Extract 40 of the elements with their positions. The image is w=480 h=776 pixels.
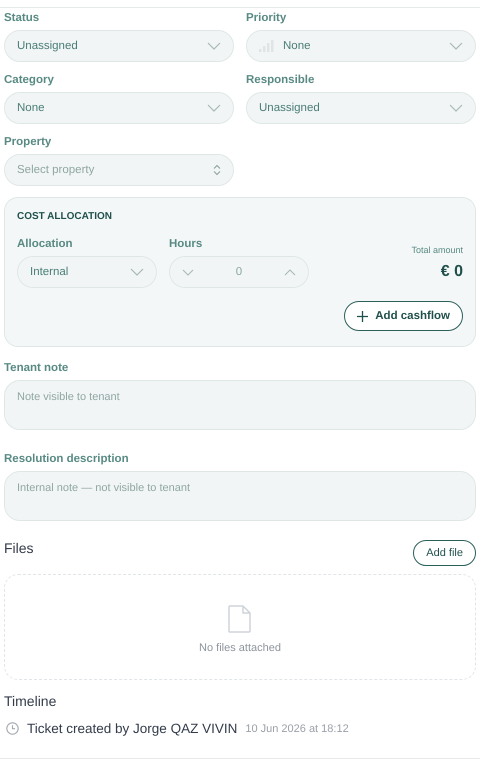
- section-title: Timeline: [4, 693, 56, 709]
- field-label: Category: [4, 73, 54, 87]
- field-label: Tenant note: [4, 361, 68, 375]
- timeline-text: Ticket created by Jorge QAZ VIVIN: [27, 721, 238, 736]
- select-field[interactable]: Unassigned: [4, 30, 234, 62]
- card-title: COST ALLOCATION: [17, 211, 112, 222]
- text-area[interactable]: Internal note — not visible to tenant: [4, 471, 476, 521]
- chevron-down-icon: [449, 104, 463, 112]
- chevron-down-icon: [207, 104, 221, 112]
- field-label: Allocation: [17, 237, 73, 251]
- timeline-time: 10 Jun 2026 at 18:12: [245, 722, 349, 734]
- select-field[interactable]: Unassigned: [246, 92, 476, 124]
- total-amount: € 0: [440, 263, 463, 281]
- empty-message: No files attached: [199, 642, 281, 654]
- select-field[interactable]: None: [246, 30, 476, 62]
- document-icon: [228, 604, 252, 632]
- number-field[interactable]: 0: [169, 256, 309, 288]
- drop-zone[interactable]: No files attached: [4, 574, 476, 680]
- field-label: Status: [4, 11, 40, 25]
- select-field[interactable]: None: [4, 92, 234, 124]
- field-label: Responsible: [246, 73, 314, 87]
- chevron-down-icon: [182, 268, 194, 276]
- field-label: Priority: [246, 11, 286, 25]
- total-label: Total amount: [411, 245, 463, 255]
- field-label: Property: [4, 135, 52, 149]
- plus-icon: [357, 310, 368, 322]
- chevron-up-icon: [284, 268, 296, 276]
- text-area[interactable]: Note visible to tenant: [4, 380, 476, 430]
- add-cashflow-button[interactable]: Add cashflow: [344, 301, 463, 331]
- chevron-down-icon: [449, 42, 463, 50]
- add-file-button[interactable]: Add file: [413, 540, 476, 566]
- chevron-down-icon: [207, 42, 221, 50]
- select-field[interactable]: Internal: [17, 256, 157, 288]
- section-title: Files: [4, 540, 34, 556]
- clock-icon: [6, 722, 19, 735]
- sort-icon: [213, 164, 221, 176]
- select-field[interactable]: Select property: [4, 154, 234, 186]
- chevron-down-icon: [130, 268, 144, 276]
- field-label: Resolution description: [4, 452, 129, 466]
- field-label: Hours: [169, 237, 202, 251]
